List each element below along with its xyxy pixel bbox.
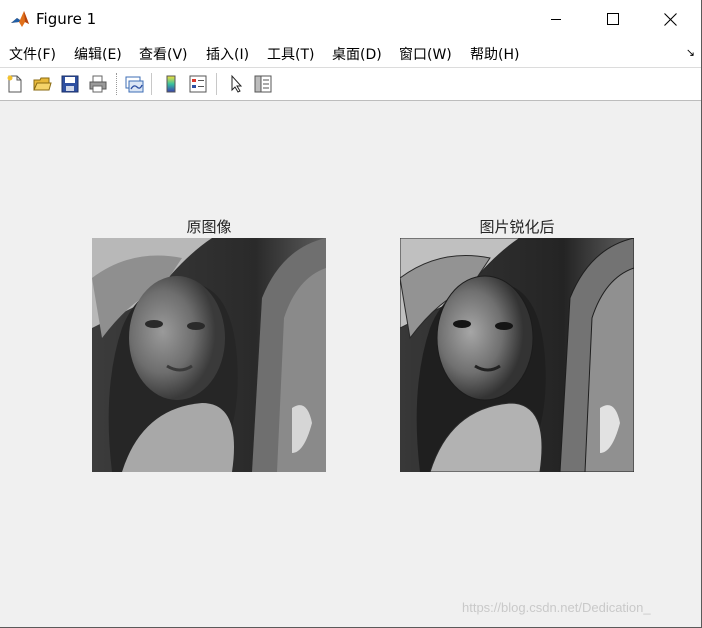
original-image[interactable]: [92, 238, 326, 472]
print-button[interactable]: [87, 73, 109, 95]
open-file-button[interactable]: [31, 73, 53, 95]
insert-colorbar-icon: [166, 75, 176, 93]
insert-legend-button[interactable]: [187, 73, 209, 95]
title-bar[interactable]: Figure 1: [0, 0, 701, 38]
sharpened-image[interactable]: [400, 238, 634, 472]
insert-legend-icon: [189, 75, 207, 93]
toolbar-separator: [151, 73, 152, 95]
maximize-button[interactable]: [584, 0, 642, 38]
open-file-icon: [33, 77, 52, 91]
show-plot-tools-icon: [254, 75, 272, 93]
axes-title-sharpened: 图片锐化后: [479, 218, 555, 236]
close-button[interactable]: [641, 0, 699, 38]
menu-insert[interactable]: 插入(I): [206, 44, 249, 64]
save-icon: [61, 75, 79, 93]
menu-view[interactable]: 查看(V): [139, 44, 188, 64]
menu-file[interactable]: 文件(F): [9, 44, 56, 64]
watermark-text: https://blog.csdn.net/Dedication_: [462, 600, 651, 615]
minimize-button[interactable]: [527, 0, 585, 38]
window-title: Figure 1: [36, 10, 97, 28]
menu-tools[interactable]: 工具(T): [267, 44, 314, 64]
menu-window[interactable]: 窗口(W): [399, 44, 452, 64]
figure-toolbar: [0, 68, 701, 101]
toolbar-separator: [216, 73, 217, 95]
figure-window: Figure 1 文件(F) 编辑(E) 查看(V) 插入(I) 工具(T) 桌…: [0, 0, 702, 628]
toolbar-separator: [116, 73, 119, 95]
maximize-icon: [607, 13, 619, 25]
minimize-icon: [551, 19, 561, 20]
edit-plot-button[interactable]: [225, 73, 247, 95]
save-button[interactable]: [59, 73, 81, 95]
insert-colorbar-button[interactable]: [160, 73, 182, 95]
print-icon: [89, 75, 107, 93]
axes-title-original: 原图像: [186, 218, 232, 236]
close-icon: [663, 12, 677, 26]
menu-edit[interactable]: 编辑(E): [74, 44, 122, 64]
new-figure-icon: [7, 75, 22, 93]
menu-desktop[interactable]: 桌面(D): [332, 44, 382, 64]
menu-bar: 文件(F) 编辑(E) 查看(V) 插入(I) 工具(T) 桌面(D) 窗口(W…: [0, 38, 701, 68]
menu-help[interactable]: 帮助(H): [470, 44, 519, 64]
matlab-logo-icon: [10, 9, 30, 29]
link-plot-icon: [125, 76, 144, 93]
new-figure-button[interactable]: [4, 73, 26, 95]
edit-plot-arrow-icon: [231, 74, 243, 93]
show-plot-tools-button[interactable]: [252, 73, 274, 95]
link-plot-button[interactable]: [123, 73, 145, 95]
dock-figure-icon[interactable]: ↘: [686, 46, 695, 59]
